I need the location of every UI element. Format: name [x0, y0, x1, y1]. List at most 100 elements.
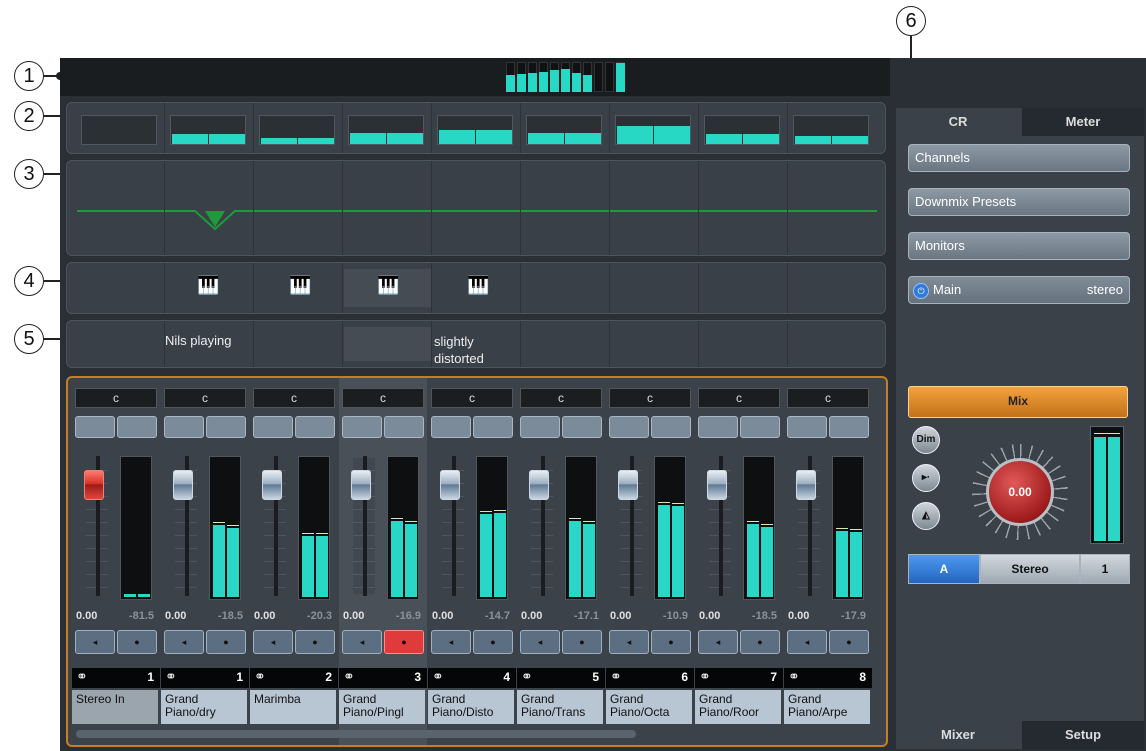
- insert-button[interactable]: [829, 416, 869, 438]
- insert-button[interactable]: [740, 416, 780, 438]
- channel-name[interactable]: Grand Piano/Arpe: [784, 690, 870, 724]
- tab-setup[interactable]: Setup: [1022, 721, 1144, 749]
- insert-button[interactable]: [473, 416, 513, 438]
- record-button[interactable]: ●: [651, 630, 691, 654]
- monitor-button[interactable]: ◂: [75, 630, 115, 654]
- routing-selector[interactable]: c: [75, 388, 157, 408]
- insert-button[interactable]: [698, 416, 738, 438]
- volume-fader[interactable]: [173, 470, 193, 500]
- stereo-link-icon[interactable]: ⚭: [76, 668, 88, 685]
- record-button[interactable]: ●: [740, 630, 780, 654]
- control-room-level-meter: [1090, 426, 1124, 544]
- record-button[interactable]: ●: [295, 630, 335, 654]
- stereo-link-icon[interactable]: ⚭: [165, 668, 177, 685]
- insert-button[interactable]: [75, 416, 115, 438]
- routing-selector[interactable]: c: [431, 388, 513, 408]
- monitor-a-button[interactable]: A: [908, 554, 980, 584]
- insert-button[interactable]: [253, 416, 293, 438]
- monitor-button[interactable]: ◂: [698, 630, 738, 654]
- channel-name[interactable]: Grand Piano/Roor: [695, 690, 781, 724]
- stereo-link-icon[interactable]: ⚭: [699, 668, 711, 685]
- volume-fader[interactable]: [351, 470, 371, 500]
- routing-selector[interactable]: c: [520, 388, 602, 408]
- insert-button[interactable]: [295, 416, 335, 438]
- overview-meter: [704, 115, 780, 145]
- routing-selector[interactable]: c: [164, 388, 246, 408]
- channel-name[interactable]: Grand Piano/Octa: [606, 690, 692, 724]
- routing-selector[interactable]: c: [787, 388, 869, 408]
- column-divider: [609, 103, 610, 153]
- insert-button[interactable]: [609, 416, 649, 438]
- tab-cr[interactable]: CR: [896, 108, 1020, 136]
- insert-button[interactable]: [651, 416, 691, 438]
- monitor-count[interactable]: 1: [1080, 554, 1130, 584]
- routing-selector[interactable]: c: [253, 388, 335, 408]
- volume-fader[interactable]: [796, 470, 816, 500]
- main-monitor-row[interactable]: ⏻ Main stereo: [908, 276, 1130, 304]
- channel-name[interactable]: Marimba: [250, 690, 336, 724]
- stereo-link-icon[interactable]: ⚭: [788, 668, 800, 685]
- monitor-button[interactable]: ◂: [164, 630, 204, 654]
- channel-number: 4: [503, 670, 510, 684]
- channel-name[interactable]: Grand Piano/dry: [161, 690, 247, 724]
- power-icon[interactable]: ⏻: [913, 282, 929, 299]
- stereo-link-icon[interactable]: ⚭: [432, 668, 444, 685]
- volume-fader[interactable]: [707, 470, 727, 500]
- notepad-rack: Nils playing slightly distorted: [66, 320, 886, 368]
- note-slightly-distorted[interactable]: slightly distorted: [434, 333, 504, 363]
- record-button[interactable]: ●: [562, 630, 602, 654]
- column-divider: [698, 263, 699, 313]
- tab-meter[interactable]: Meter: [1022, 108, 1144, 136]
- insert-button[interactable]: [342, 416, 382, 438]
- routing-selector[interactable]: c: [609, 388, 691, 408]
- record-button[interactable]: ●: [829, 630, 869, 654]
- insert-button[interactable]: [431, 416, 471, 438]
- volume-fader[interactable]: [84, 470, 104, 500]
- monitors-button[interactable]: Monitors: [908, 232, 1130, 260]
- insert-buttons: [164, 416, 246, 438]
- monitor-button[interactable]: ◂: [520, 630, 560, 654]
- monitor-button[interactable]: ◂: [431, 630, 471, 654]
- channel-name[interactable]: Grand Piano/Pingl: [339, 690, 425, 724]
- stereo-link-icon[interactable]: ⚭: [521, 668, 533, 685]
- dim-button[interactable]: Dim: [912, 426, 940, 454]
- channel-name[interactable]: Stereo In: [72, 690, 158, 724]
- insert-button[interactable]: [206, 416, 246, 438]
- meter-peak: [302, 533, 314, 534]
- channels-button[interactable]: Channels: [908, 144, 1130, 172]
- monitor-button[interactable]: ◂: [253, 630, 293, 654]
- record-button[interactable]: ●: [206, 630, 246, 654]
- routing-selector[interactable]: c: [698, 388, 780, 408]
- record-button[interactable]: ●: [117, 630, 157, 654]
- stereo-button[interactable]: Stereo: [980, 554, 1080, 584]
- insert-button[interactable]: [384, 416, 424, 438]
- volume-fader[interactable]: [618, 470, 638, 500]
- record-button[interactable]: ●: [473, 630, 513, 654]
- monitor-button[interactable]: ◂: [609, 630, 649, 654]
- metronome-icon[interactable]: ◭: [912, 502, 940, 530]
- volume-fader[interactable]: [440, 470, 460, 500]
- horizontal-scrollbar[interactable]: [76, 730, 636, 738]
- insert-button[interactable]: [562, 416, 602, 438]
- volume-fader[interactable]: [529, 470, 549, 500]
- routing-selector[interactable]: c: [342, 388, 424, 408]
- monitor-button[interactable]: ◂: [342, 630, 382, 654]
- channel-name[interactable]: Grand Piano/Trans: [517, 690, 603, 724]
- volume-fader[interactable]: [262, 470, 282, 500]
- tab-mixer[interactable]: Mixer: [896, 721, 1020, 749]
- downmix-presets-button[interactable]: Downmix Presets: [908, 188, 1130, 216]
- note-nils-playing[interactable]: Nils playing: [165, 333, 231, 348]
- stereo-link-icon[interactable]: ⚭: [343, 668, 355, 685]
- stereo-link-icon[interactable]: ⚭: [610, 668, 622, 685]
- insert-button[interactable]: [164, 416, 204, 438]
- monitor-button[interactable]: ◂: [787, 630, 827, 654]
- insert-button[interactable]: [117, 416, 157, 438]
- channel-name[interactable]: Grand Piano/Disto: [428, 690, 514, 724]
- insert-button[interactable]: [520, 416, 560, 438]
- record-button[interactable]: ●: [384, 630, 424, 654]
- insert-button[interactable]: [787, 416, 827, 438]
- stereo-link-icon[interactable]: ⚭: [254, 668, 266, 685]
- listen-icon[interactable]: ▸·: [912, 464, 940, 492]
- control-room-volume-knob[interactable]: 0.00: [986, 458, 1054, 526]
- mix-button[interactable]: Mix: [908, 386, 1128, 418]
